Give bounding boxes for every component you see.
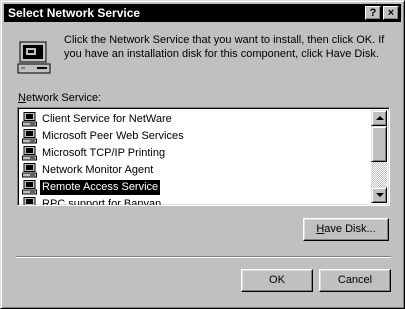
list-item[interactable]: Client Service for NetWare <box>20 111 371 128</box>
help-button[interactable]: ? <box>365 6 381 20</box>
dialog-title: Select Network Service <box>8 6 141 20</box>
label-accelerator: N <box>18 92 26 104</box>
have-disk-label: ave Disk... <box>324 223 376 235</box>
computer-icon <box>17 41 51 74</box>
network-service-label: Network Service: <box>18 92 101 104</box>
network-computer-icon <box>22 163 38 178</box>
network-computer-icon <box>22 180 38 195</box>
have-disk-button[interactable]: Have Disk... <box>303 218 389 241</box>
list-item-label: Microsoft TCP/IP Printing <box>42 147 166 159</box>
list-item[interactable]: Network Monitor Agent <box>20 162 371 179</box>
scroll-up-button[interactable] <box>371 110 387 126</box>
cancel-button[interactable]: Cancel <box>319 269 391 292</box>
select-network-service-dialog: Select Network Service ? × Click the Net… <box>0 0 405 309</box>
list-item[interactable]: Remote Access Service <box>20 179 371 196</box>
network-service-listbox[interactable]: Client Service for NetWare Microsoft Peer… <box>17 107 390 206</box>
arrow-down-icon <box>376 193 384 197</box>
network-computer-icon <box>22 146 38 161</box>
title-bar[interactable]: Select Network Service ? × <box>4 4 401 22</box>
list-item-label: Network Monitor Agent <box>42 164 154 176</box>
scroll-thumb[interactable] <box>371 126 387 162</box>
divider <box>16 256 391 258</box>
list-item-label: Client Service for NetWare <box>42 113 172 125</box>
list-item[interactable]: Microsoft TCP/IP Printing <box>20 145 371 162</box>
ok-button[interactable]: OK <box>241 269 313 292</box>
arrow-up-icon <box>376 116 384 120</box>
list-items: Client Service for NetWare Microsoft Peer… <box>20 111 371 206</box>
list-item-label: RPC support for Banyan <box>42 198 162 206</box>
vertical-scrollbar[interactable] <box>371 110 387 203</box>
list-item[interactable]: Microsoft Peer Web Services <box>20 128 371 145</box>
network-computer-icon <box>22 112 38 127</box>
network-computer-icon <box>22 197 38 205</box>
network-computer-icon <box>22 129 38 144</box>
list-item-label: Remote Access Service <box>40 180 161 195</box>
close-button[interactable]: × <box>383 6 399 20</box>
list-item[interactable]: RPC support for Banyan <box>20 196 371 206</box>
instructions-text: Click the Network Service that you want … <box>64 34 385 60</box>
label-text: etwork Service: <box>25 92 102 104</box>
list-item-label: Microsoft Peer Web Services <box>42 130 184 142</box>
scroll-down-button[interactable] <box>371 187 387 203</box>
